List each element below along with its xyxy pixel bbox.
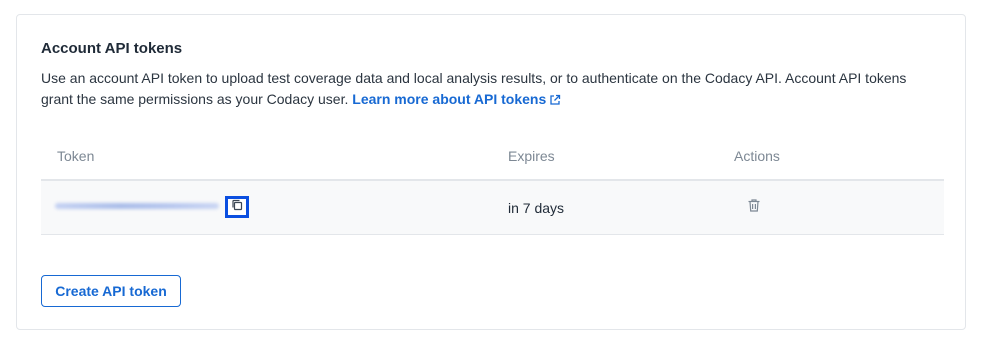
column-header-token: Token xyxy=(57,148,95,164)
create-api-token-button[interactable]: Create API token xyxy=(41,275,181,307)
table-row: in 7 days xyxy=(41,181,944,235)
copy-token-button[interactable] xyxy=(225,196,249,218)
column-header-actions: Actions xyxy=(734,148,780,164)
api-tokens-table: Token Expires Actions in 7 days xyxy=(41,136,944,235)
table-header: Token Expires Actions xyxy=(41,136,944,181)
token-expires-value: in 7 days xyxy=(508,200,565,216)
account-api-tokens-card: Account API tokens Use an account API to… xyxy=(16,14,966,330)
delete-token-button[interactable] xyxy=(747,198,763,214)
masked-token-value xyxy=(55,203,219,209)
copy-icon xyxy=(231,198,243,216)
learn-more-link[interactable]: Learn more about API tokens xyxy=(352,91,561,107)
section-description: Use an account API token to upload test … xyxy=(41,68,941,112)
external-link-icon xyxy=(549,91,561,112)
trash-icon xyxy=(747,199,761,217)
learn-more-label: Learn more about API tokens xyxy=(352,91,547,107)
column-header-expires: Expires xyxy=(508,148,555,164)
section-title: Account API tokens xyxy=(41,40,183,57)
